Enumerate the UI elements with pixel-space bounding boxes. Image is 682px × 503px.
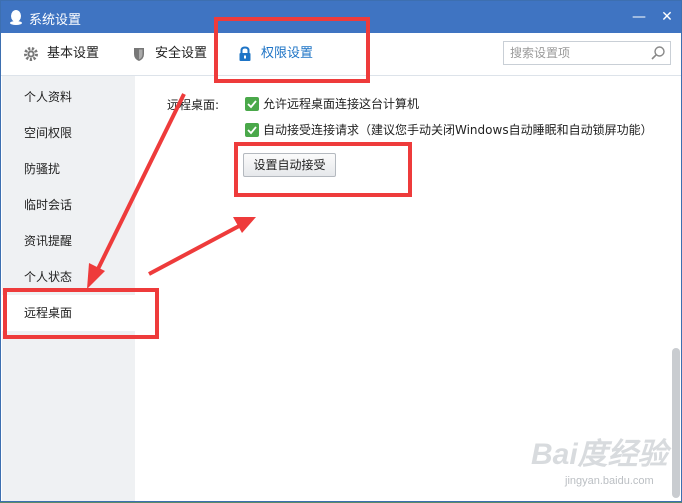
annotation-arrows <box>87 93 256 289</box>
arrow-to-button <box>148 223 242 276</box>
arrowhead-sidebar-icon <box>87 263 105 289</box>
arrowhead-button-icon <box>233 217 256 233</box>
settings-window: 系统设置 — ✕ 基本设置 安全设置 权限设置 搜索设置项 个人资料 空间权限 … <box>0 0 682 502</box>
arrow-to-sidebar <box>95 93 186 272</box>
